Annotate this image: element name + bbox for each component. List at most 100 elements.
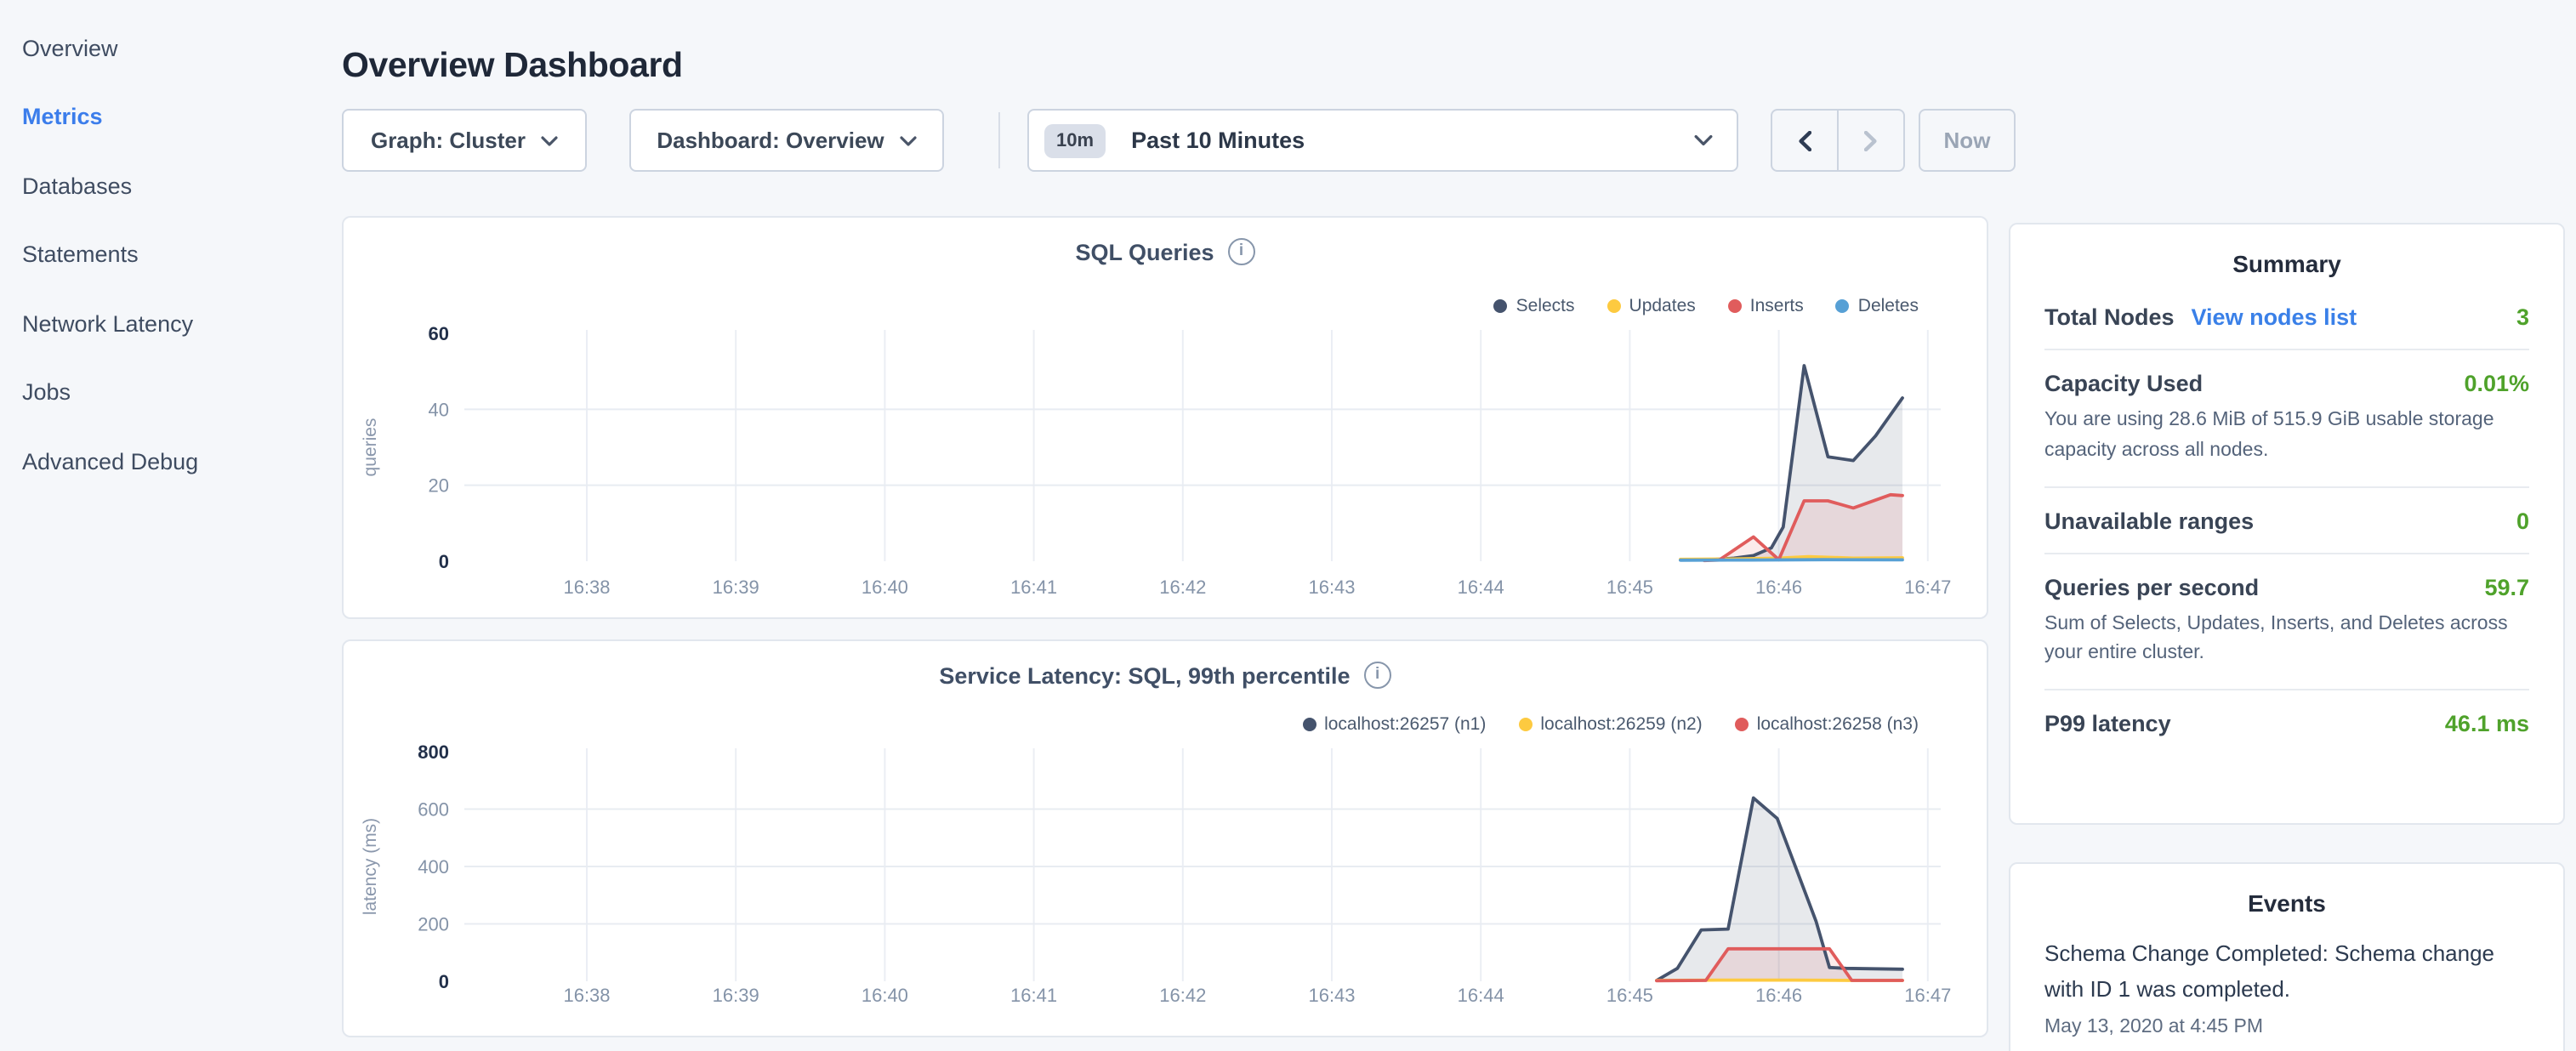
legend-item: localhost:26257 (n1) xyxy=(1302,714,1486,735)
time-window-badge: 10m xyxy=(1044,123,1106,157)
service-latency-chart-card: 16:3816:3916:4016:4116:4216:4316:4416:45… xyxy=(342,639,1988,1037)
event-item[interactable]: Schema Change Completed: Schema change w… xyxy=(2044,935,2529,1037)
svg-text:800: 800 xyxy=(418,741,449,763)
legend-label: localhost:26257 (n1) xyxy=(1324,714,1486,735)
summary-row-value: 0 xyxy=(2516,508,2529,533)
svg-text:16:42: 16:42 xyxy=(1159,577,1206,598)
svg-text:16:47: 16:47 xyxy=(1904,985,1951,1006)
next-range-button[interactable] xyxy=(1837,111,1903,170)
toolbar-divider xyxy=(998,112,1000,168)
svg-text:0: 0 xyxy=(439,971,449,992)
graph-dropdown[interactable]: Graph: Cluster xyxy=(342,109,587,172)
sidebar-item-jobs[interactable]: Jobs xyxy=(0,358,323,427)
legend-dot-icon xyxy=(1302,718,1316,731)
prev-range-button[interactable] xyxy=(1772,111,1837,170)
legend-dot-icon xyxy=(1735,718,1749,731)
sidebar-item-network-latency[interactable]: Network Latency xyxy=(0,289,323,358)
svg-text:16:44: 16:44 xyxy=(1458,577,1504,598)
summary-row-label: Capacity Used xyxy=(2044,371,2203,396)
svg-text:16:46: 16:46 xyxy=(1755,577,1802,598)
summary-row-description: You are using 28.6 MiB of 515.9 GiB usab… xyxy=(2044,406,2529,467)
chevron-down-icon xyxy=(900,135,917,145)
chart-svg-0[interactable]: 16:3816:3916:4016:4116:4216:4316:4416:45… xyxy=(344,218,1990,626)
summary-row-value: 0.01% xyxy=(2464,371,2529,396)
svg-text:600: 600 xyxy=(418,799,449,821)
dashboard-dropdown[interactable]: Dashboard: Overview xyxy=(629,109,944,172)
svg-text:16:40: 16:40 xyxy=(862,577,908,598)
page-title: Overview Dashboard xyxy=(342,45,683,86)
summary-row-p99-latency: P99 latency 46.1 ms xyxy=(2044,691,2529,756)
legend-item: Inserts xyxy=(1728,296,1804,316)
svg-text:40: 40 xyxy=(429,399,449,420)
legend-item: Selects xyxy=(1494,296,1575,316)
summary-panel: Summary Total Nodes View nodes list 3 Ca… xyxy=(2009,223,2565,825)
summary-row-capacity-used: Capacity Used 0.01% You are using 28.6 M… xyxy=(2044,350,2529,487)
svg-text:16:47: 16:47 xyxy=(1904,577,1951,598)
svg-text:16:39: 16:39 xyxy=(713,577,759,598)
sidebar: Overview Metrics Databases Statements Ne… xyxy=(0,0,323,496)
graph-dropdown-label: Graph: Cluster xyxy=(371,128,526,153)
info-icon[interactable]: i xyxy=(1228,238,1255,265)
svg-text:16:43: 16:43 xyxy=(1308,985,1355,1006)
chevron-down-icon xyxy=(1694,134,1713,146)
svg-text:200: 200 xyxy=(418,914,449,935)
summary-row-unavailable-ranges: Unavailable ranges 0 xyxy=(2044,487,2529,554)
summary-row-label: P99 latency xyxy=(2044,712,2171,737)
legend-label: Inserts xyxy=(1750,296,1804,316)
legend-item: localhost:26258 (n3) xyxy=(1735,714,1919,735)
summary-row-value: 59.7 xyxy=(2484,574,2529,599)
event-timestamp: May 13, 2020 at 4:45 PM xyxy=(2044,1017,2529,1037)
svg-text:16:41: 16:41 xyxy=(1010,985,1057,1006)
svg-text:16:45: 16:45 xyxy=(1606,985,1653,1006)
svg-text:16:45: 16:45 xyxy=(1606,577,1653,598)
legend-dot-icon xyxy=(1607,299,1621,313)
chart-title: Service Latency: SQL, 99th percentile xyxy=(939,662,1350,688)
svg-text:16:39: 16:39 xyxy=(713,985,759,1006)
event-message: Schema Change Completed: Schema change w… xyxy=(2044,935,2529,1007)
svg-text:60: 60 xyxy=(429,323,449,344)
dashboard-dropdown-label: Dashboard: Overview xyxy=(657,128,884,153)
summary-row-queries-per-second: Queries per second 59.7 Sum of Selects, … xyxy=(2044,554,2529,690)
chart-legend-1: localhost:26257 (n1) localhost:26259 (n2)… xyxy=(1302,714,1919,735)
legend-label: Updates xyxy=(1629,296,1696,316)
legend-item: localhost:26259 (n2) xyxy=(1518,714,1702,735)
svg-text:16:46: 16:46 xyxy=(1755,985,1802,1006)
info-icon[interactable]: i xyxy=(1364,662,1391,689)
events-panel: Events Schema Change Completed: Schema c… xyxy=(2009,862,2565,1051)
chart-legend-0: Selects Updates Inserts Deletes xyxy=(1494,296,1919,316)
chart-title: SQL Queries xyxy=(1075,239,1214,264)
legend-item: Deletes xyxy=(1836,296,1919,316)
summary-row-label: Total Nodes xyxy=(2044,304,2175,330)
time-window-dropdown[interactable]: 10m Past 10 Minutes xyxy=(1027,109,1738,172)
summary-row-value: 3 xyxy=(2516,304,2529,330)
now-button[interactable]: Now xyxy=(1919,109,2016,172)
events-heading: Events xyxy=(2010,889,2563,917)
app-root: Overview Metrics Databases Statements Ne… xyxy=(0,0,2576,1051)
summary-row-label: Unavailable ranges xyxy=(2044,508,2254,533)
legend-dot-icon xyxy=(1728,299,1742,313)
sidebar-item-advanced-debug[interactable]: Advanced Debug xyxy=(0,427,323,496)
svg-text:400: 400 xyxy=(418,856,449,878)
svg-text:queries: queries xyxy=(361,418,380,477)
chart-svg-1[interactable]: 16:3816:3916:4016:4116:4216:4316:4416:45… xyxy=(344,641,1990,1049)
svg-text:16:43: 16:43 xyxy=(1308,577,1355,598)
sidebar-item-metrics[interactable]: Metrics xyxy=(0,82,323,151)
sql-queries-chart-card: 16:3816:3916:4016:4116:4216:4316:4416:45… xyxy=(342,216,1988,619)
sidebar-item-statements[interactable]: Statements xyxy=(0,220,323,289)
chevron-down-icon xyxy=(541,135,558,145)
chart-title-row: SQL Queries i xyxy=(344,238,1987,265)
time-range-stepper xyxy=(1771,109,1905,172)
summary-heading: Summary xyxy=(2010,250,2563,277)
svg-text:16:38: 16:38 xyxy=(563,577,610,598)
sidebar-item-overview[interactable]: Overview xyxy=(0,14,323,82)
view-nodes-list-link[interactable]: View nodes list xyxy=(2192,304,2357,330)
legend-dot-icon xyxy=(1494,299,1508,313)
svg-text:16:38: 16:38 xyxy=(563,985,610,1006)
svg-text:16:42: 16:42 xyxy=(1159,985,1206,1006)
chart-title-row: Service Latency: SQL, 99th percentile i xyxy=(344,662,1987,689)
time-window-label: Past 10 Minutes xyxy=(1131,128,1305,153)
summary-row-description: Sum of Selects, Updates, Inserts, and De… xyxy=(2044,610,2529,670)
chevron-left-icon xyxy=(1798,130,1811,151)
sidebar-item-databases[interactable]: Databases xyxy=(0,151,323,220)
svg-text:16:40: 16:40 xyxy=(862,985,908,1006)
